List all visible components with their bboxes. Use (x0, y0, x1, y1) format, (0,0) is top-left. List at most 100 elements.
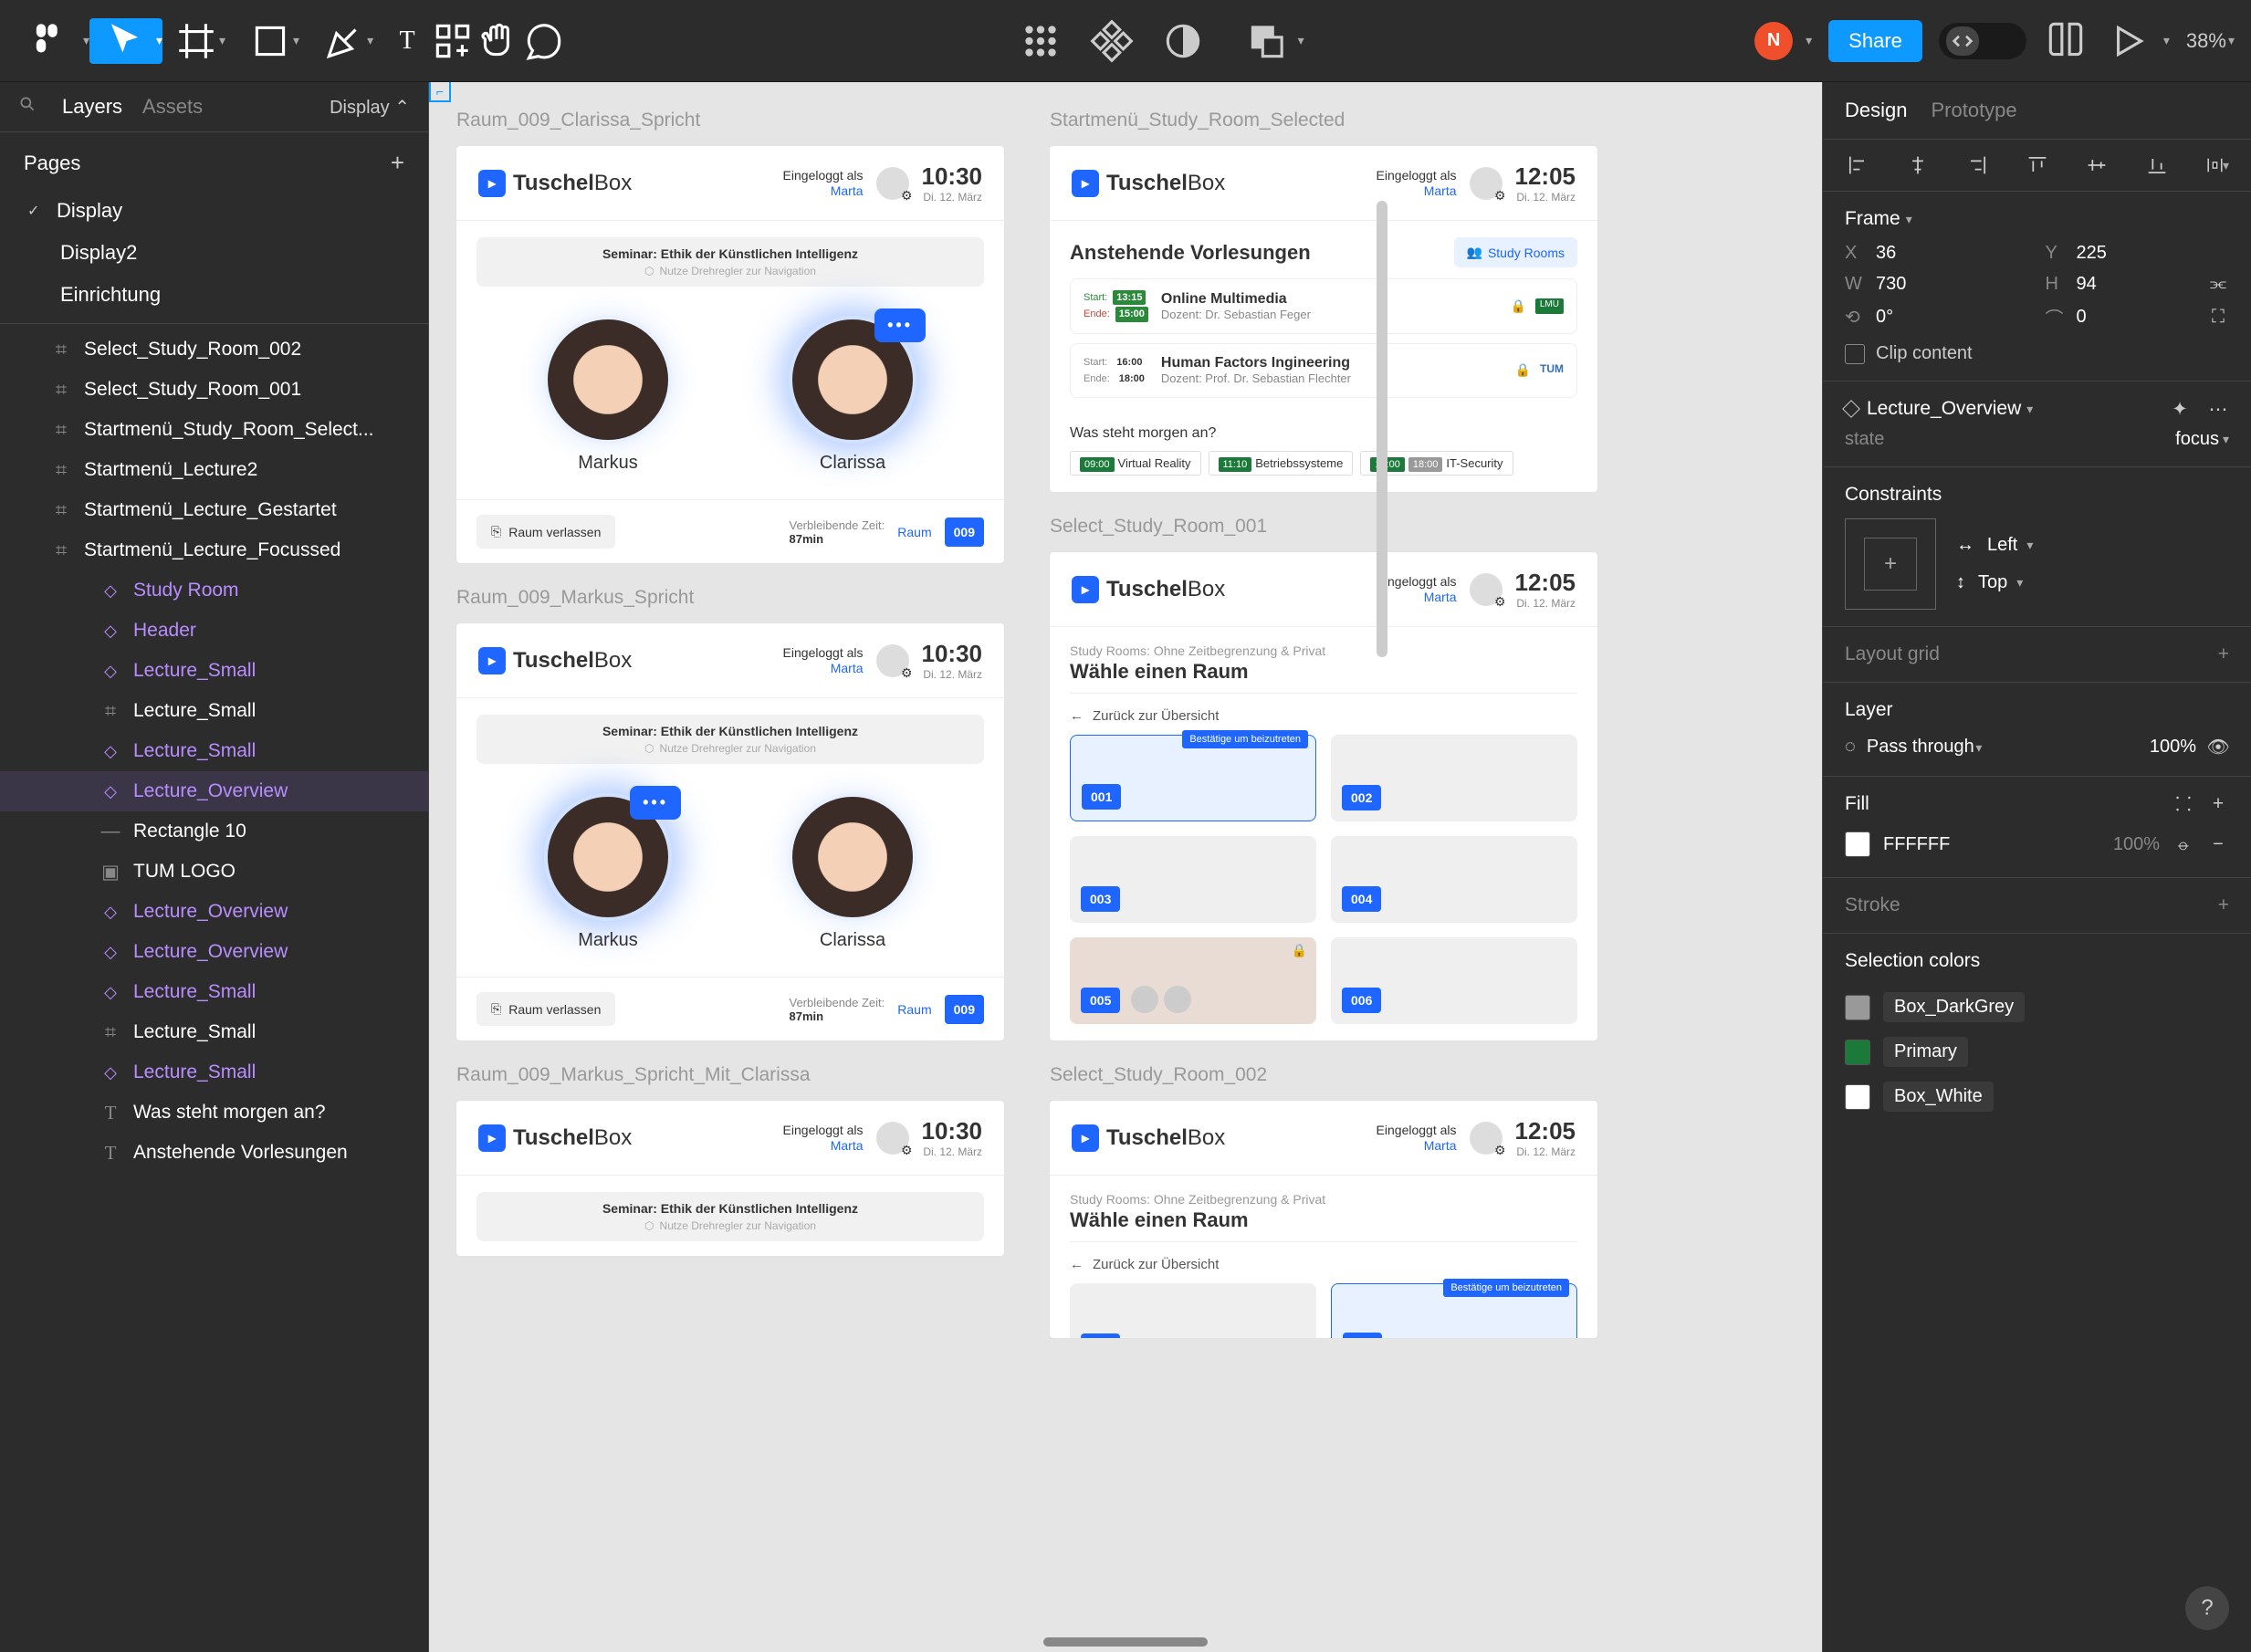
frame-label[interactable]: Raum_009_Markus_Spricht_Mit_Clarissa (456, 1064, 1004, 1086)
layer-item[interactable]: Rectangle 10 (0, 811, 428, 852)
swap-icon[interactable]: ✦ (2169, 398, 2191, 420)
tab-design[interactable]: Design (1845, 99, 1907, 122)
distribute-icon[interactable]: ▾ (2204, 152, 2229, 178)
layer-item[interactable]: Lecture_Small (0, 651, 428, 691)
layer-item[interactable]: Study Room (0, 570, 428, 611)
align-top-icon[interactable] (2025, 152, 2050, 178)
selection-color-row[interactable]: Box_White (1845, 1074, 2229, 1119)
align-left-icon[interactable] (1845, 152, 1870, 178)
fill-hex-input[interactable]: FFFFFF (1883, 834, 1950, 855)
more-icon[interactable]: ⋯ (2207, 398, 2229, 420)
plus-icon[interactable]: + (2218, 643, 2229, 665)
user-avatar[interactable]: N (1754, 22, 1793, 60)
v-constraint-select[interactable]: ↕Top▾ (1956, 572, 2229, 593)
layer-item[interactable]: Lecture_Overview (0, 771, 428, 811)
hand-tool[interactable] (476, 18, 521, 64)
text-tool[interactable]: T (384, 18, 430, 64)
plus-icon[interactable]: + (2207, 793, 2229, 815)
corners-icon[interactable]: ⛶ (2207, 307, 2229, 329)
artboard[interactable]: ▸TuschelBoxEingeloggt alsMarta12:05Di. 1… (1050, 1101, 1597, 1338)
artboard[interactable]: ▸TuschelBoxEingeloggt alsMarta10:30Di. 1… (456, 623, 1004, 1040)
minus-icon[interactable]: − (2207, 833, 2229, 855)
library-icon[interactable] (2043, 18, 2089, 64)
layer-item[interactable]: Select_Study_Room_002 (0, 329, 428, 370)
page-item[interactable]: ✓Display (9, 190, 419, 232)
layer-item[interactable]: Lecture_Overview (0, 932, 428, 972)
layer-item[interactable]: Startmenü_Study_Room_Select... (0, 410, 428, 450)
fill-opacity-input[interactable]: 100% (2113, 834, 2160, 855)
radius-input[interactable]: ⌒0⛶ (2046, 304, 2230, 330)
opacity-input[interactable]: 100% (2150, 737, 2196, 758)
page-selector[interactable]: Display ⌃ (330, 96, 410, 119)
shape-tool[interactable] (247, 18, 293, 64)
layout-grid-section[interactable]: Layout grid+ (1823, 627, 2251, 683)
zoom-level[interactable]: 38%▾ (2186, 29, 2235, 53)
fill-swatch[interactable] (1845, 831, 1870, 857)
horizontal-scrollbar[interactable] (1043, 1637, 1208, 1647)
tab-prototype[interactable]: Prototype (1931, 99, 2016, 122)
layer-item[interactable]: Lecture_Overview (0, 892, 428, 932)
layer-item[interactable]: Anstehende Vorlesungen (0, 1133, 428, 1173)
dev-mode-toggle[interactable] (1939, 23, 2026, 59)
tab-assets[interactable]: Assets (142, 95, 203, 119)
page-item[interactable]: Einrichtung (9, 274, 419, 316)
artboard[interactable]: ▸TuschelBoxEingeloggt alsMarta12:05Di. 1… (1050, 146, 1597, 492)
layer-item[interactable]: Was steht morgen an? (0, 1093, 428, 1133)
h-input[interactable]: H94⫘ (2046, 273, 2230, 295)
chevron-down-icon[interactable]: ▾ (1806, 33, 1812, 48)
play-icon[interactable] (2105, 18, 2151, 64)
chevron-down-icon[interactable]: ▾ (1906, 212, 1912, 227)
hide-icon[interactable]: ⦵ (2172, 833, 2194, 855)
layer-item[interactable]: Startmenü_Lecture_Focussed (0, 530, 428, 570)
layer-item[interactable]: Lecture_Small (0, 972, 428, 1012)
selection-color-row[interactable]: Box_DarkGrey (1845, 985, 2229, 1030)
align-hcenter-icon[interactable] (1905, 152, 1931, 178)
frame-tool[interactable] (173, 18, 219, 64)
blend-mode-select[interactable]: Pass through ▾ (1867, 737, 1982, 758)
page-item[interactable]: Display2 (9, 232, 419, 274)
layer-item[interactable]: Startmenü_Lecture2 (0, 450, 428, 490)
move-tool[interactable]: ▾ (89, 18, 162, 64)
resources-tool[interactable] (430, 18, 476, 64)
x-input[interactable]: X36 (1845, 243, 2029, 264)
layer-item[interactable]: Lecture_Small (0, 1052, 428, 1093)
add-page-button[interactable]: + (391, 149, 404, 177)
layer-item[interactable]: Lecture_Small (0, 731, 428, 771)
component-icon[interactable] (1089, 18, 1135, 64)
selection-color-row[interactable]: Primary (1845, 1030, 2229, 1074)
layer-item[interactable]: Header (0, 611, 428, 651)
comment-tool[interactable] (521, 18, 567, 64)
canvas[interactable]: ⌐ Raum_009_Clarissa_Spricht ▸TuschelBoxE… (429, 82, 1822, 1652)
share-button[interactable]: Share (1828, 20, 1922, 62)
search-icon[interactable] (18, 95, 37, 119)
layer-item[interactable]: Startmenü_Lecture_Gestartet (0, 490, 428, 530)
pen-tool[interactable] (321, 18, 367, 64)
figma-menu[interactable]: ▾ (16, 18, 89, 64)
frame-label[interactable]: Select_Study_Room_002 (1050, 1064, 1597, 1086)
align-bottom-icon[interactable] (2144, 152, 2170, 178)
state-select[interactable]: focus▾ (2175, 429, 2229, 450)
align-right-icon[interactable] (1964, 152, 1990, 178)
align-vcenter-icon[interactable] (2084, 152, 2110, 178)
component-name[interactable]: Lecture_Overview (1867, 398, 2021, 420)
mask-icon[interactable] (1160, 18, 1206, 64)
grid-icon[interactable] (1018, 18, 1063, 64)
constraints-widget[interactable]: + (1845, 518, 1936, 610)
layer-item[interactable]: Lecture_Small (0, 1012, 428, 1052)
eye-icon[interactable]: 👁 (2207, 736, 2229, 758)
layer-item[interactable]: Lecture_Small (0, 691, 428, 731)
plus-icon[interactable]: + (2218, 894, 2229, 916)
rotation-input[interactable]: ⟲0° (1845, 304, 2029, 330)
tab-layers[interactable]: Layers (62, 95, 122, 119)
link-icon[interactable]: ⫘ (2207, 273, 2229, 295)
styles-icon[interactable]: ⸬ (2172, 793, 2194, 815)
artboard[interactable]: ▸TuschelBoxEingeloggt alsMarta10:30Di. 1… (456, 1101, 1004, 1256)
h-constraint-select[interactable]: ↔Left▾ (1956, 535, 2229, 556)
artboard[interactable]: ▸TuschelBoxEingeloggt alsMarta10:30Di. 1… (456, 146, 1004, 563)
vertical-scrollbar[interactable] (1377, 201, 1387, 657)
clip-content-toggle[interactable]: Clip content (1845, 343, 2229, 364)
frame-label[interactable]: Startmenü_Study_Room_Selected (1050, 110, 1597, 131)
layer-item[interactable]: TUM LOGO (0, 852, 428, 892)
stroke-section[interactable]: Stroke+ (1823, 878, 2251, 934)
frame-label[interactable]: Raum_009_Clarissa_Spricht (456, 110, 1004, 131)
